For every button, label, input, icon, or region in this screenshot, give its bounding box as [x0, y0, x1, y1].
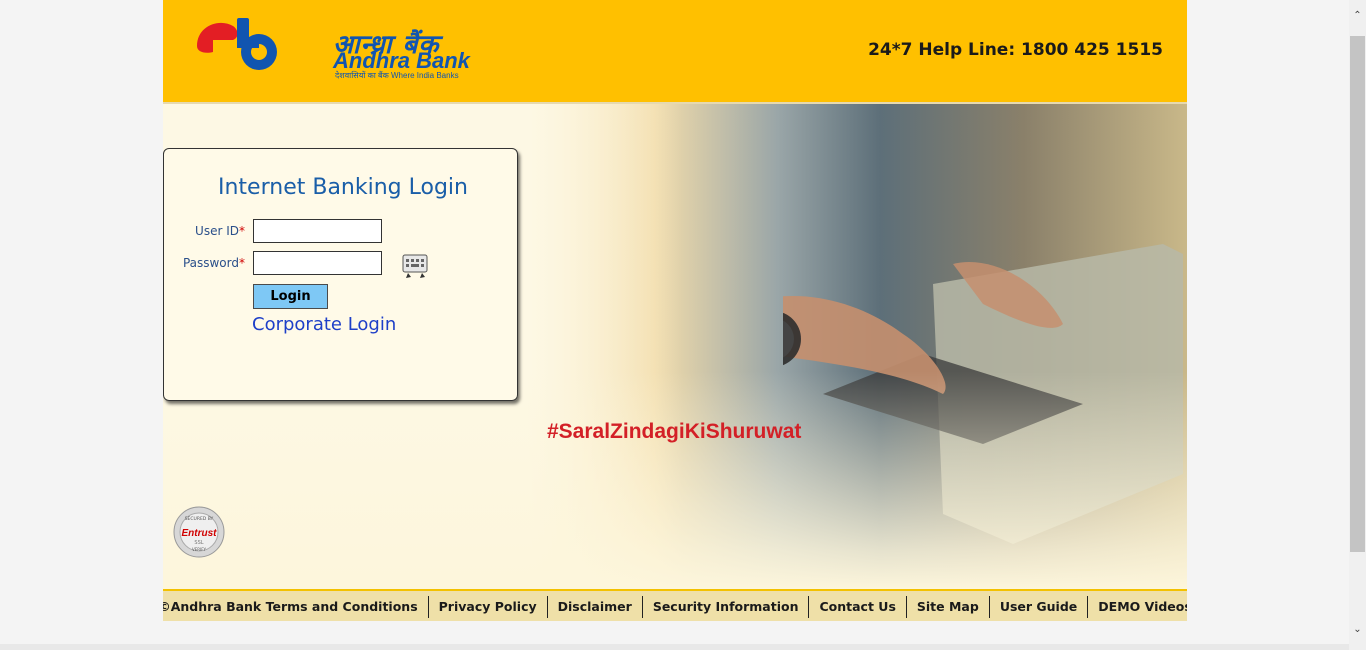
entrust-ssl-badge[interactable]: SECURED BY Entrust SSL VERIFY — [173, 506, 225, 558]
footer-link-disclaimer[interactable]: Disclaimer — [548, 596, 643, 618]
badge-secured-by: SECURED BY — [185, 516, 214, 522]
badge-brand: Entrust — [182, 528, 218, 539]
hashtag-slogan: #SaralZindagiKiShuruwat — [547, 420, 802, 443]
footer-link-user-guide[interactable]: User Guide — [990, 596, 1089, 618]
badge-ssl: SSL — [194, 540, 203, 546]
footer-links: ©Andhra Bank Terms and Conditions Privac… — [163, 591, 1187, 621]
required-mark: * — [239, 256, 245, 270]
user-id-label: User ID* — [195, 224, 245, 238]
badge-verify: VERIFY — [192, 547, 207, 552]
footer-link-sitemap[interactable]: Site Map — [907, 596, 990, 618]
scroll-down-icon[interactable]: ⌄ — [1352, 624, 1363, 635]
required-mark: * — [239, 224, 245, 238]
scroll-thumb[interactable] — [1350, 36, 1365, 552]
vertical-scrollbar[interactable]: ⌃ ⌄ — [1349, 0, 1366, 650]
password-label: Password* — [182, 256, 245, 270]
login-panel: Internet Banking Login User ID* Password… — [163, 148, 518, 401]
corporate-login-link[interactable]: Corporate Login — [252, 314, 396, 335]
window-bottom-edge — [0, 644, 1349, 650]
header: आन्ध्रा बैंक Andhra Bank देशवासियों का ब… — [163, 0, 1187, 104]
footer-link-privacy[interactable]: Privacy Policy — [429, 596, 548, 618]
page: आन्ध्रा बैंक Andhra Bank देशवासियों का ब… — [163, 0, 1187, 621]
helpline-text: 24*7 Help Line: 1800 425 1515 — [868, 40, 1163, 60]
footer-link-security[interactable]: Security Information — [643, 596, 810, 618]
virtual-keyboard-icon[interactable] — [402, 254, 428, 280]
user-id-input[interactable] — [253, 219, 382, 243]
scroll-up-icon[interactable]: ⌃ — [1352, 10, 1363, 21]
bank-emblem-icon — [197, 18, 277, 70]
andhra-bank-logo[interactable]: आन्ध्रा बैंक Andhra Bank देशवासियों का ब… — [193, 12, 493, 80]
footer: ©Andhra Bank Terms and Conditions Privac… — [163, 589, 1187, 621]
login-title: Internet Banking Login — [218, 175, 468, 200]
password-input[interactable] — [253, 251, 382, 275]
footer-link-terms[interactable]: ©Andhra Bank Terms and Conditions — [163, 596, 429, 618]
logo-tagline: देशवासियों का बैंक Where India Banks — [335, 71, 459, 80]
footer-link-contact[interactable]: Contact Us — [809, 596, 907, 618]
login-button[interactable]: Login — [253, 284, 328, 309]
footer-link-demo-videos[interactable]: DEMO Videos — [1088, 596, 1187, 618]
